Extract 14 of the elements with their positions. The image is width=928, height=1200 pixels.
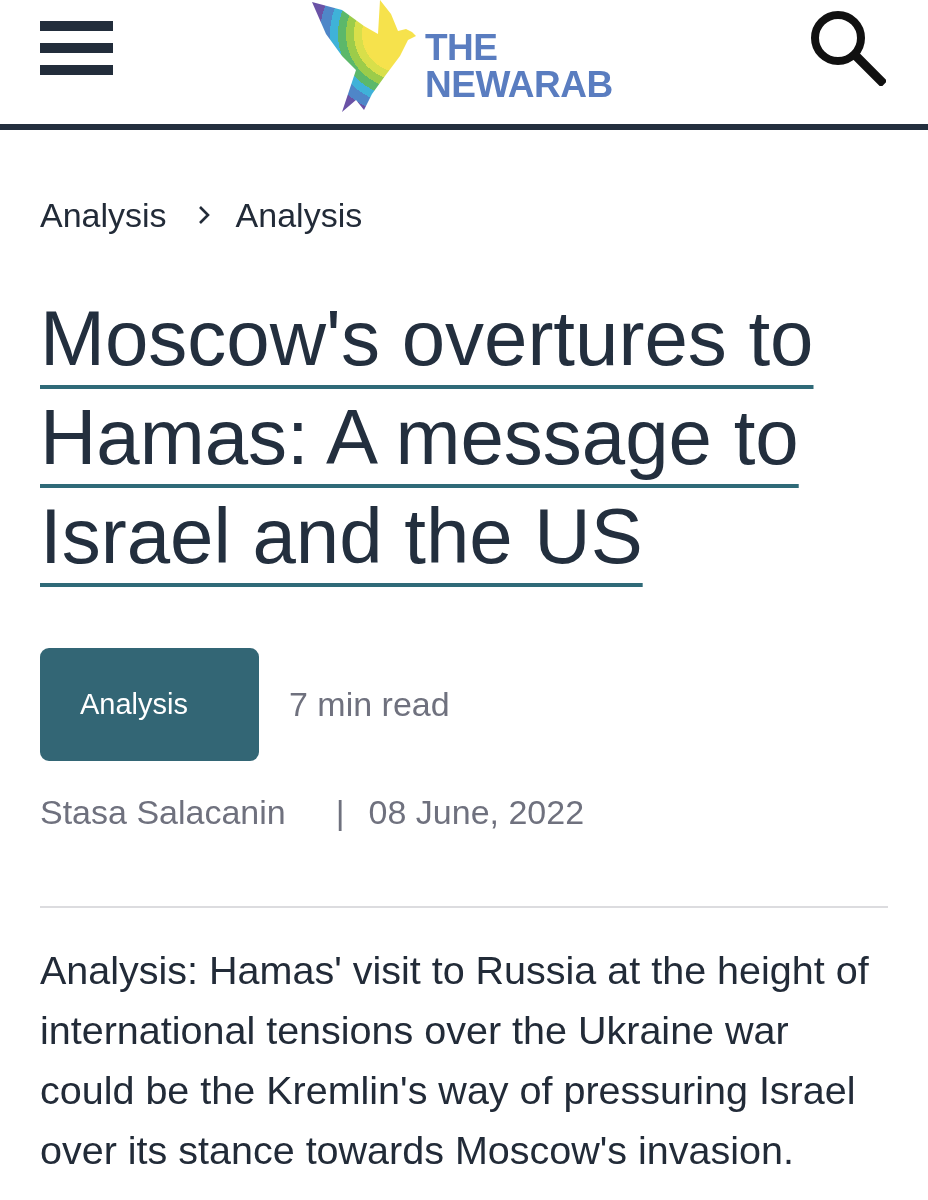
byline-separator: | [335, 792, 345, 832]
author-name: Stasa Salacanin [40, 792, 286, 832]
breadcrumb-link[interactable]: Analysis [40, 195, 167, 235]
logo-link[interactable]: THE NEWARAB [312, 0, 613, 112]
breadcrumb-link[interactable]: Analysis [235, 195, 363, 235]
publish-date: 08 June, 2022 [368, 792, 585, 832]
article-summary: Analysis: Hamas' visit to Russia at the height of international tensions over the Ukraine war could be the Kremlin's way of pressuring Israel over its stance towards Moscow's invasion. [40, 947, 870, 1174]
menu-icon[interactable] [40, 21, 113, 75]
search-icon[interactable] [810, 10, 886, 86]
category-tag[interactable]: Analysis [40, 648, 259, 761]
bird-logo-icon [312, 0, 416, 112]
read-time: 7 min read [289, 685, 450, 724]
article-title: Moscow's overtures to Hamas: A message to Israel and the US [40, 293, 815, 582]
chevron-right-icon [197, 205, 210, 225]
